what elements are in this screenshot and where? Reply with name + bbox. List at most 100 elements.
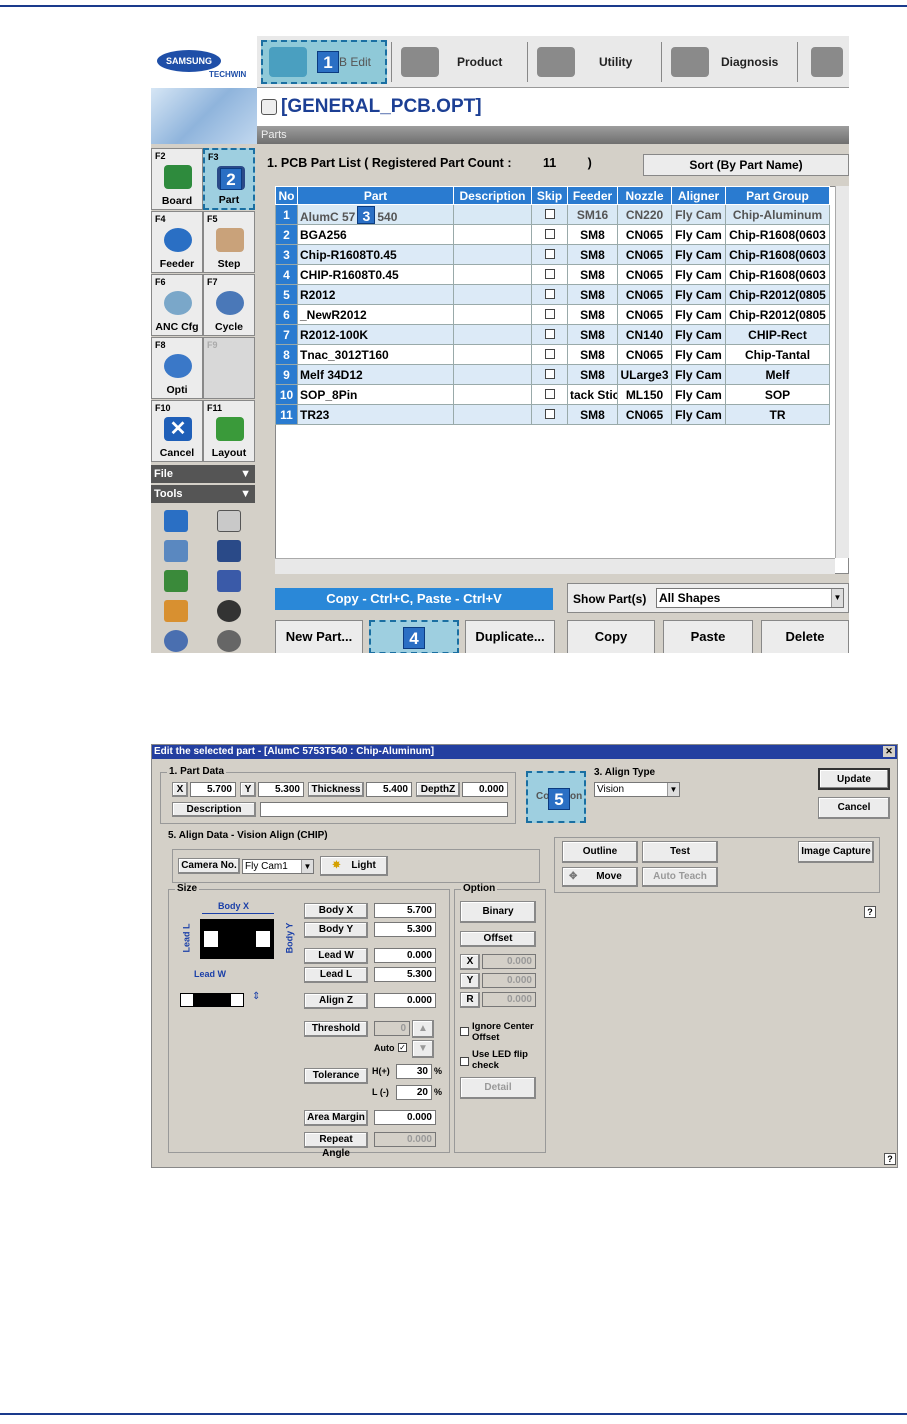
help-tab[interactable] <box>805 40 849 84</box>
calendar-icon[interactable] <box>217 510 241 532</box>
test-button[interactable]: Test <box>642 841 718 863</box>
edit-button[interactable]: E 4 <box>369 620 459 653</box>
utility-tab[interactable]: Utility <box>531 40 659 84</box>
cancel-button[interactable]: Cancel <box>818 797 890 819</box>
paste-button[interactable]: Paste <box>663 620 753 653</box>
part-x-input[interactable]: 5.700 <box>190 782 236 797</box>
table-row[interactable]: 6 _NewR2012 SM8 CN065 Fly Cam Chip-R2012(0805 <box>275 304 830 325</box>
f10-cancel-button[interactable]: F10 ✕ Cancel <box>151 400 203 462</box>
file-checkbox[interactable] <box>261 99 277 115</box>
new-part-button[interactable]: New Part... <box>275 620 363 653</box>
light-button[interactable]: ✸ Light <box>320 856 388 876</box>
checkbox-icon[interactable] <box>544 268 555 279</box>
skip-checkbox[interactable] <box>531 324 568 345</box>
product-tab[interactable]: Product <box>395 40 525 84</box>
checkbox-icon[interactable] <box>544 228 555 239</box>
table-row[interactable]: 8 Tnac_3012T160 SM8 CN065 Fly Cam Chip-Tantal <box>275 344 830 365</box>
column-header[interactable]: Part <box>297 186 454 205</box>
tools-menu[interactable]: Tools ▼ <box>151 485 255 503</box>
sort-button[interactable]: Sort (By Part Name) <box>643 154 849 176</box>
measure-icon[interactable] <box>164 540 188 562</box>
body-x-input[interactable]: 5.700 <box>374 903 436 918</box>
copy-button[interactable]: Copy <box>567 620 655 653</box>
update-button[interactable]: Update <box>818 768 890 790</box>
binary-button[interactable]: Binary <box>460 901 536 923</box>
camera-select[interactable]: Fly Cam1 ▼ <box>242 859 314 874</box>
skip-checkbox[interactable] <box>531 344 568 365</box>
f3-part-button[interactable]: F3 2 Part <box>203 148 255 210</box>
table-row[interactable]: 10 SOP_8Pin tack Stic ML150 Fly Cam SOP <box>275 384 830 405</box>
column-header[interactable]: Nozzle <box>617 186 672 205</box>
horizontal-scrollbar[interactable] <box>275 558 835 574</box>
board-tool-icon[interactable] <box>164 570 188 592</box>
offset-button[interactable]: Offset <box>460 931 536 947</box>
f7-cycle-button[interactable]: F7 Cycle <box>203 274 255 336</box>
f6-anc-cfg-button[interactable]: F6 ANC Cfg <box>151 274 203 336</box>
skip-checkbox[interactable] <box>531 264 568 285</box>
auto-icon[interactable] <box>164 630 188 652</box>
checkbox-icon[interactable] <box>544 368 555 379</box>
checkbox-icon[interactable] <box>544 348 555 359</box>
lead-l-input[interactable]: 5.300 <box>374 967 436 982</box>
show-parts-select[interactable]: All Shapes ▼ <box>656 588 844 608</box>
image-capture-button[interactable]: Image Capture <box>798 841 874 863</box>
column-header[interactable]: Description <box>453 186 532 205</box>
table-row[interactable]: 9 Melf 34D12 SM8 ULarge3 Fly Cam Melf <box>275 364 830 385</box>
wrench-icon[interactable] <box>164 600 188 622</box>
table-row[interactable]: 4 CHIP-R1608T0.45 SM8 CN065 Fly Cam Chip-R160… <box>275 264 830 285</box>
auto-checkbox[interactable]: ✓ <box>398 1043 407 1052</box>
checkbox-icon[interactable] <box>544 288 555 299</box>
skip-checkbox[interactable] <box>531 384 568 405</box>
f4-feeder-button[interactable]: F4 Feeder <box>151 211 203 273</box>
body-y-input[interactable]: 5.300 <box>374 922 436 937</box>
diagnosis-tab[interactable]: Diagnosis <box>665 40 793 84</box>
axis-icon[interactable] <box>217 570 241 592</box>
f8-opti-button[interactable]: F8 Opti <box>151 337 203 399</box>
use-led-checkbox[interactable] <box>460 1057 469 1066</box>
skip-checkbox[interactable] <box>531 244 568 265</box>
warning-icon[interactable] <box>217 600 241 622</box>
ignore-center-checkbox[interactable] <box>460 1027 469 1036</box>
checkbox-icon[interactable] <box>544 208 555 219</box>
f11-layout-button[interactable]: F11 Layout <box>203 400 255 462</box>
help-icon[interactable]: ? <box>884 1153 896 1165</box>
skip-checkbox[interactable] <box>531 284 568 305</box>
part-y-input[interactable]: 5.300 <box>258 782 304 797</box>
close-icon[interactable]: ✕ <box>883 746 895 757</box>
file-menu[interactable]: File ▼ <box>151 465 255 483</box>
column-header[interactable]: Part Group <box>725 186 830 205</box>
skip-checkbox[interactable] <box>531 364 568 385</box>
skip-checkbox[interactable] <box>531 204 568 225</box>
align-z-input[interactable]: 0.000 <box>374 993 436 1008</box>
table-row[interactable]: 11 TR23 SM8 CN065 Fly Cam TR <box>275 404 830 425</box>
help-icon[interactable]: ? <box>864 906 876 918</box>
thickness-input[interactable]: 5.400 <box>366 782 412 797</box>
column-header[interactable]: Feeder <box>567 186 618 205</box>
pcb-edit-tab[interactable]: 1 B Edit <box>261 40 387 84</box>
align-type-select[interactable]: Vision ▼ <box>594 782 680 797</box>
delete-button[interactable]: Delete <box>761 620 849 653</box>
table-row[interactable]: 7 R2012-100K SM8 CN140 Fly Cam CHIP-Rect <box>275 324 830 345</box>
vertical-scrollbar[interactable] <box>835 186 849 558</box>
skip-checkbox[interactable] <box>531 224 568 245</box>
column-header[interactable]: Skip <box>531 186 568 205</box>
skip-checkbox[interactable] <box>531 404 568 425</box>
column-header[interactable]: No <box>275 186 298 205</box>
duplicate-button[interactable]: Duplicate... <box>465 620 555 653</box>
checkbox-icon[interactable] <box>544 408 555 419</box>
checkbox-icon[interactable] <box>544 248 555 259</box>
table-row[interactable]: 1 AlumC 57 3 540 SM16 CN220 Fly Cam Chip-Alumin… <box>275 204 830 225</box>
description-input[interactable] <box>260 802 508 817</box>
column-header[interactable]: Aligner <box>671 186 726 205</box>
tolerance-l-input[interactable]: 20 <box>396 1085 432 1100</box>
table-row[interactable]: 3 Chip-R1608T0.45 SM8 CN065 Fly Cam Chip-R160… <box>275 244 830 265</box>
area-margin-input[interactable]: 0.000 <box>374 1110 436 1125</box>
move-button[interactable]: ✥ Move <box>562 867 638 887</box>
checkbox-icon[interactable] <box>544 308 555 319</box>
table-row[interactable]: 5 R2012 SM8 CN065 Fly Cam Chip-R2012(0805 <box>275 284 830 305</box>
f2-board-button[interactable]: F2 Board <box>151 148 203 210</box>
f5-step-button[interactable]: F5 Step <box>203 211 255 273</box>
operator-icon[interactable] <box>217 540 241 562</box>
skip-checkbox[interactable] <box>531 304 568 325</box>
reel-icon[interactable] <box>217 630 241 652</box>
